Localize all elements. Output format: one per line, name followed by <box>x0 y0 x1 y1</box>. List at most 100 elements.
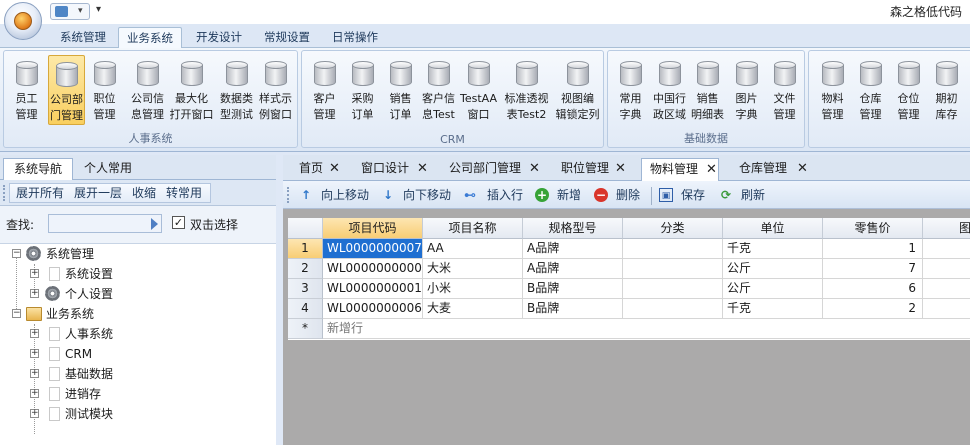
column-header-image[interactable]: 图 <box>923 218 970 239</box>
add-button[interactable]: + 新增 <box>535 187 585 205</box>
move-down-button[interactable]: ↓ 向下移动 <box>381 187 455 205</box>
tab-personal-favorites[interactable]: 个人常用 <box>76 158 140 180</box>
ribbon-button-employee[interactable]: 员工 管理 <box>8 55 45 125</box>
tree-node-basic-data[interactable]: + 基础数据 <box>0 364 276 384</box>
refresh-button[interactable]: ⟳ 刷新 <box>719 187 769 205</box>
tab-position-management[interactable]: 职位管理 ✕ <box>553 158 631 181</box>
application-menu-button[interactable] <box>4 2 42 40</box>
tab-warehouse-management[interactable]: 仓库管理 ✕ <box>731 158 813 181</box>
expand-icon[interactable]: + <box>30 409 39 418</box>
expand-icon[interactable]: + <box>30 329 39 338</box>
grid-cell-code[interactable]: WL0000000006 <box>323 299 423 319</box>
grid-cell-name[interactable]: 小米 <box>423 279 523 299</box>
grid-cell-category[interactable] <box>623 279 723 299</box>
grid-cell-category[interactable] <box>623 299 723 319</box>
quick-access-toolbar[interactable]: ▾ <box>50 3 90 20</box>
tree-node-test-module[interactable]: + 测试模块 <box>0 404 276 424</box>
grid-cell-name[interactable]: 大麦 <box>423 299 523 319</box>
tree-node-crm[interactable]: + CRM <box>0 344 276 364</box>
add-to-favorites-button[interactable]: 转常用 <box>166 186 202 202</box>
collapse-icon[interactable]: − <box>12 309 21 318</box>
tree-node-business-system[interactable]: − 业务系统 <box>0 304 276 324</box>
close-icon[interactable]: ✕ <box>529 158 540 179</box>
tree-node-system-management[interactable]: − 系统管理 <box>0 244 276 264</box>
column-header-unit[interactable]: 单位 <box>723 218 823 239</box>
grid-cell-image[interactable] <box>923 279 970 299</box>
row-number[interactable]: 3 <box>288 279 323 299</box>
close-icon[interactable]: ✕ <box>615 158 626 179</box>
grid-cell-unit[interactable]: 千克 <box>723 239 823 259</box>
grid-cell-spec[interactable]: A品牌 <box>523 239 623 259</box>
grid-cell-spec[interactable]: A品牌 <box>523 259 623 279</box>
grid-cell-spec[interactable]: B品牌 <box>523 279 623 299</box>
close-icon[interactable]: ✕ <box>417 158 428 179</box>
tab-window-design[interactable]: 窗口设计 ✕ <box>353 158 433 181</box>
collapse-button[interactable]: 收缩 <box>132 186 156 202</box>
ribbon-button-sales-detail[interactable]: 销售 明细表 <box>689 55 726 125</box>
customize-toolbar-icon[interactable]: ▾ <box>96 4 101 15</box>
play-arrow-icon[interactable] <box>151 218 158 230</box>
grid-cell-unit[interactable]: 公斤 <box>723 279 823 299</box>
grid-corner[interactable] <box>288 218 323 239</box>
ribbon-button-customer-info-test[interactable]: 客户信 息Test <box>420 55 457 125</box>
grid-cell-spec[interactable]: B品牌 <box>523 299 623 319</box>
column-header-code[interactable]: 项目代码 <box>323 218 423 239</box>
expand-all-button[interactable]: 展开所有 <box>16 186 64 202</box>
row-number[interactable]: 4 <box>288 299 323 319</box>
search-input[interactable] <box>48 214 162 233</box>
new-row-placeholder[interactable]: 新增行 <box>323 319 970 339</box>
close-icon[interactable]: ✕ <box>706 159 717 180</box>
toolbar-grip[interactable] <box>3 185 6 201</box>
column-header-spec[interactable]: 规格型号 <box>523 218 623 239</box>
ribbon-tab-system[interactable]: 系统管理 <box>52 27 114 48</box>
close-icon[interactable]: ✕ <box>797 158 808 179</box>
grid-cell-code[interactable]: WL0000000000 <box>323 259 423 279</box>
ribbon-button-pivot-test2[interactable]: 标准透视 表Test2 <box>505 55 549 125</box>
expand-icon[interactable]: + <box>30 389 39 398</box>
ribbon-button-company-info[interactable]: 公司信 息管理 <box>129 55 166 125</box>
row-number[interactable]: 2 <box>288 259 323 279</box>
tree-node-personal-settings[interactable]: + 个人设置 <box>0 284 276 304</box>
ribbon-button-file-manage[interactable]: 文件 管理 <box>766 55 803 125</box>
grid-cell-price[interactable]: 2 <box>823 299 923 319</box>
ribbon-button-position[interactable]: 职位 管理 <box>86 55 123 125</box>
chevron-down-icon[interactable]: ▾ <box>78 6 83 16</box>
ribbon-button-datatype-test[interactable]: 数据类 型测试 <box>218 55 255 125</box>
ribbon-button-maximize-window[interactable]: 最大化 打开窗口 <box>170 55 214 125</box>
ribbon-tab-daily[interactable]: 日常操作 <box>324 27 386 48</box>
close-icon[interactable]: ✕ <box>329 158 340 179</box>
tab-department-management[interactable]: 公司部门管理 ✕ <box>441 158 541 181</box>
new-row-marker[interactable]: * <box>288 319 323 339</box>
double-click-select-checkbox[interactable]: ✓ <box>172 216 185 229</box>
row-number[interactable]: 1 <box>288 239 323 259</box>
column-header-category[interactable]: 分类 <box>623 218 723 239</box>
tree-node-hr-system[interactable]: + 人事系统 <box>0 324 276 344</box>
ribbon-button-testaa-window[interactable]: TestAA 窗口 <box>460 55 497 125</box>
ribbon-button-common-dict[interactable]: 常用 字典 <box>612 55 649 125</box>
grid-cell-unit[interactable]: 千克 <box>723 299 823 319</box>
grid-cell-price[interactable]: 1 <box>823 239 923 259</box>
grid-cell-image[interactable] <box>923 299 970 319</box>
tree-node-inventory[interactable]: + 进销存 <box>0 384 276 404</box>
grid-cell-price[interactable]: 6 <box>823 279 923 299</box>
column-header-name[interactable]: 项目名称 <box>423 218 523 239</box>
move-up-button[interactable]: ↑ 向上移动 <box>299 187 373 205</box>
ribbon-tab-business[interactable]: 业务系统 <box>118 27 182 49</box>
quick-access-icon[interactable] <box>55 6 68 17</box>
expand-icon[interactable]: + <box>30 269 39 278</box>
grid-cell-unit[interactable]: 公斤 <box>723 259 823 279</box>
grid-cell-name[interactable]: AA <box>423 239 523 259</box>
tab-system-nav[interactable]: 系统导航 <box>3 158 73 180</box>
expand-icon[interactable]: + <box>30 349 39 358</box>
ribbon-tab-settings[interactable]: 常规设置 <box>256 27 318 48</box>
expand-one-level-button[interactable]: 展开一层 <box>74 186 122 202</box>
insert-row-button[interactable]: ⊷ 插入行 <box>463 187 525 205</box>
collapse-icon[interactable]: − <box>12 249 21 258</box>
grid-cell-code[interactable]: WL0000000001 <box>323 279 423 299</box>
column-header-price[interactable]: 零售价 <box>823 218 923 239</box>
toolbar-grip[interactable] <box>287 187 290 203</box>
grid-cell-name[interactable]: 大米 <box>423 259 523 279</box>
tab-home[interactable]: 首页 ✕ <box>291 158 347 181</box>
save-button[interactable]: ▣ 保存 <box>659 187 709 205</box>
grid-cell-image[interactable] <box>923 259 970 279</box>
